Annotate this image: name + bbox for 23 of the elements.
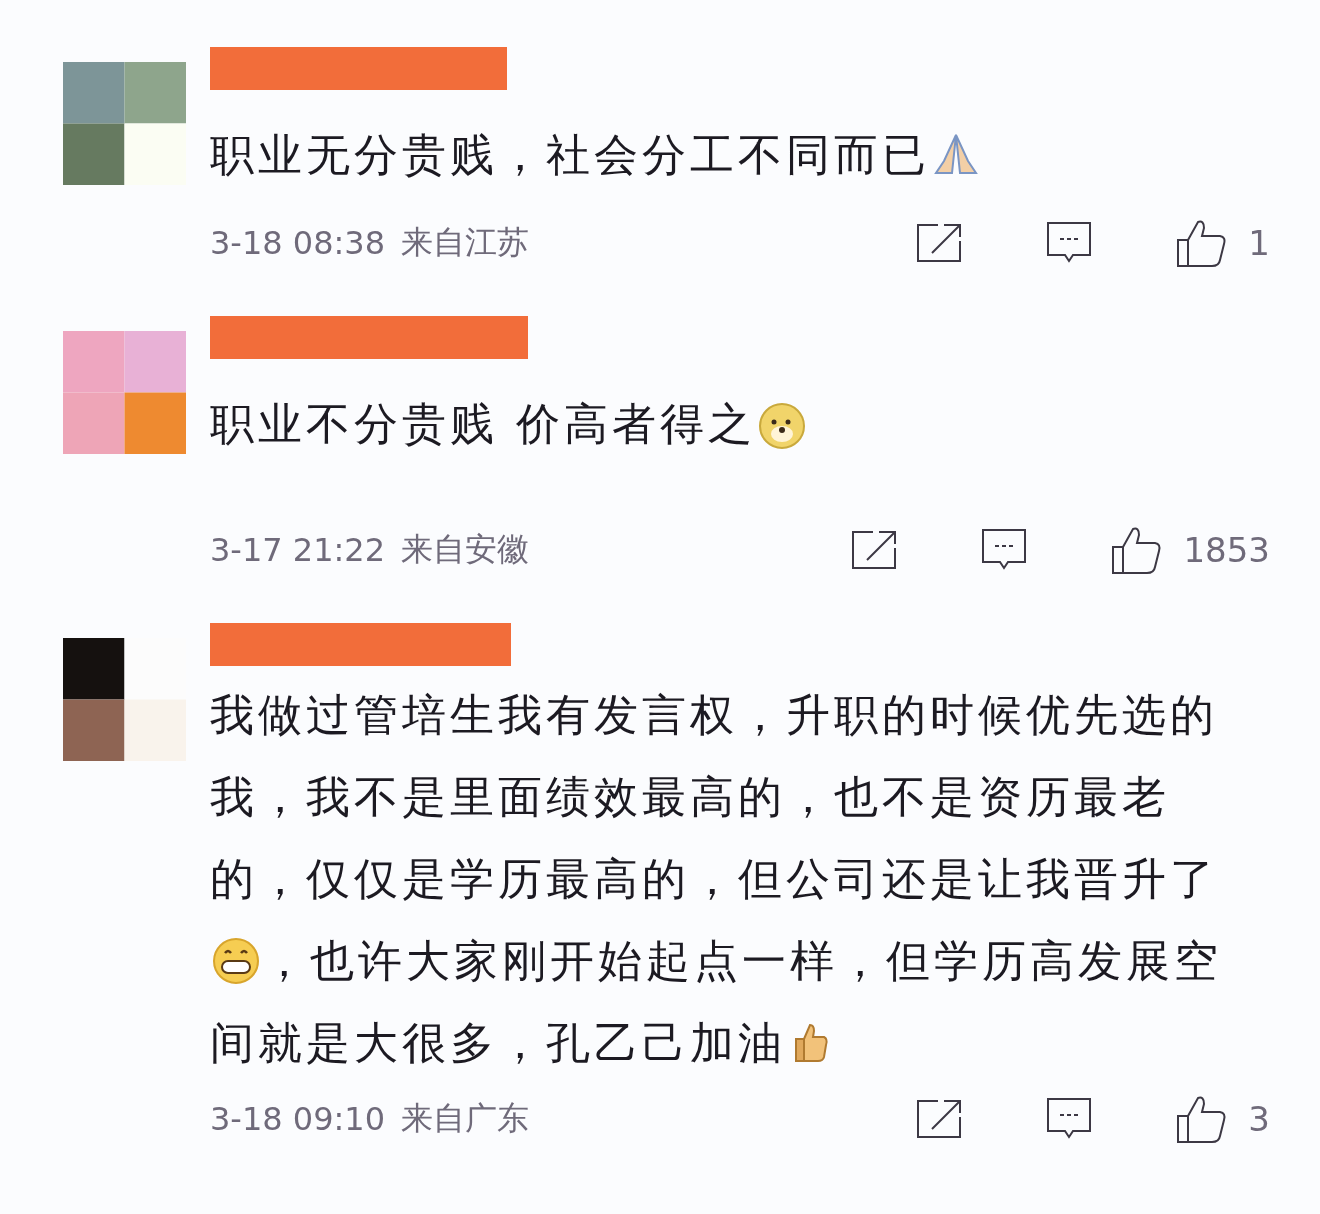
comment-time: 3-18 09:10 bbox=[210, 1100, 385, 1138]
like-count: 1 bbox=[1248, 223, 1270, 263]
comment-time: 3-18 08:38 bbox=[210, 224, 385, 262]
share-icon[interactable] bbox=[916, 1099, 963, 1139]
comment-icon[interactable] bbox=[1046, 1097, 1093, 1141]
like-count: 1853 bbox=[1183, 530, 1270, 570]
comment-text: 我，我不是里面绩效最高的，也不是资历最老 bbox=[210, 770, 1170, 824]
grinning-face-icon bbox=[210, 935, 262, 987]
comment-location: 来自安徽 bbox=[401, 529, 529, 570]
comment-icon[interactable] bbox=[1046, 221, 1093, 265]
like-count: 3 bbox=[1248, 1099, 1270, 1139]
comment-text: 间就是大很多，孔乙己加油 bbox=[210, 1016, 786, 1070]
comment-location: 来自广东 bbox=[401, 1098, 529, 1139]
comment-text: 我做过管培生我有发言权，升职的时候优先选的 bbox=[210, 688, 1218, 742]
comment-time: 3-17 21:22 bbox=[210, 531, 385, 569]
comment-text: ，也许大家刚开始起点一样，但学历高发展空 bbox=[262, 934, 1222, 988]
comment-location: 来自江苏 bbox=[401, 222, 529, 263]
comment-icon[interactable] bbox=[981, 528, 1028, 572]
comment-text: 职业无分贵贱，社会分工不同而已 bbox=[210, 128, 930, 182]
share-icon[interactable] bbox=[851, 530, 898, 570]
comment-text: 职业不分贵贱 价高者得之 bbox=[210, 397, 756, 451]
comment-text: 的，仅仅是学历最高的，但公司还是让我晋升了 bbox=[210, 852, 1218, 906]
share-icon[interactable] bbox=[916, 223, 963, 263]
